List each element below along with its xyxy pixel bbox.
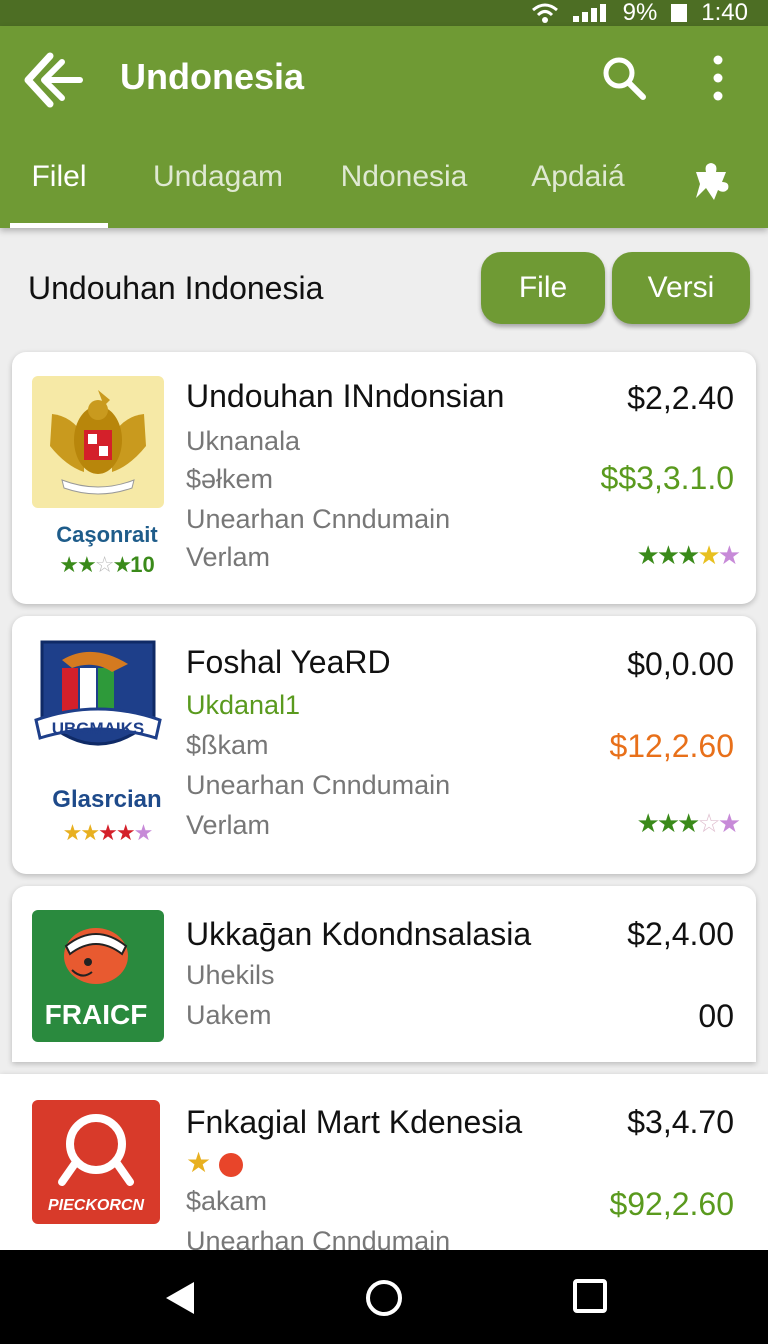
item-subtitle: Ukdanal1 (186, 690, 301, 720)
item-badges: ★ (186, 1146, 243, 1179)
tab-apdaia[interactable]: Apdaiá (518, 130, 638, 228)
clock: 1:40 (701, 0, 748, 26)
file-filter-button[interactable]: File (481, 252, 605, 324)
item-price-secondary: $$3,3.1.0 (600, 460, 734, 496)
signal-icon (572, 4, 609, 22)
item-subtitle: Uknanala (186, 426, 301, 456)
nav-recents-button[interactable] (572, 1278, 608, 1314)
versi-filter-button[interactable]: Versi (612, 252, 750, 324)
item-detail: Unearhan Cnndumain (186, 1226, 451, 1250)
battery-icon (671, 4, 688, 22)
store-logo-icon: PIECKORCN (32, 1100, 160, 1224)
item-detail: Uakem (186, 1000, 272, 1030)
search-button[interactable] (600, 54, 648, 102)
tab-ndonesia[interactable]: Ndonesia (330, 130, 478, 228)
list-item[interactable]: UBGMAIKS Glasrcian ★★★★★ Foshal YeaRD Uk… (12, 616, 756, 874)
list-item[interactable]: FRAICF Ukkaḡan Kdondnsalasia Uhekils Uak… (12, 886, 756, 1062)
thumb-rating: ★★★★★ (62, 820, 154, 845)
nav-home-button[interactable] (364, 1278, 404, 1318)
item-detail: $ßkam (186, 730, 269, 760)
status-bar: 9% 1:40 (0, 0, 768, 26)
toolbar: Undonesia (0, 26, 768, 130)
item-name: Undouhan INndonsian (186, 378, 505, 414)
item-detail: Unearhan Cnndumain (186, 504, 451, 534)
brand-label: Glasrcian (52, 786, 162, 813)
item-detail: Verlam (186, 810, 271, 840)
item-price: $0,0.00 (627, 646, 734, 682)
nav-back-button[interactable] (160, 1278, 200, 1318)
item-detail: Verlam (186, 542, 271, 572)
star-icon: ★ (186, 1147, 212, 1178)
svg-text:FRAICF: FRAICF (45, 999, 148, 1030)
tab-extension[interactable] (688, 158, 734, 202)
mascot-emoji-icon (218, 1152, 243, 1177)
wifi-icon (531, 2, 559, 24)
mascot-logo-icon: FRAICF (32, 910, 164, 1042)
svg-text:PIECKORCN: PIECKORCN (48, 1197, 144, 1214)
item-name: Foshal YeaRD (186, 644, 391, 680)
item-detail: $akam (186, 1186, 268, 1216)
more-options-button[interactable] (700, 52, 736, 104)
item-name: Fnkagial Mart Kdenesia (186, 1104, 523, 1140)
back-button[interactable] (20, 48, 84, 112)
back-arrow-icon (24, 52, 83, 108)
search-icon (603, 57, 646, 100)
item-price: $2,2.40 (627, 380, 734, 416)
item-name: Ukkaḡan Kdondnsalasia (186, 916, 532, 952)
app-bar: Undonesia Filel Undagam Ndonesia Apdaiá (0, 26, 768, 228)
battery-percent: 9% (622, 0, 658, 26)
puzzle-icon (696, 163, 729, 200)
brand-label: Caşonrait (56, 522, 158, 547)
item-detail: $əłkem (186, 464, 274, 494)
svg-text:UBGMAIKS: UBGMAIKS (52, 719, 145, 738)
system-nav-bar (0, 1250, 768, 1344)
more-vert-icon (713, 55, 723, 101)
nav-home-icon (366, 1280, 402, 1316)
shield-badge-icon: UBGMAIKS (32, 638, 164, 770)
item-detail: Unearhan Cnndumain (186, 770, 451, 800)
list-item[interactable]: PIECKORCN Fnkagial Mart Kdenesia ★ $akam… (0, 1074, 768, 1250)
item-price-secondary: $92,2.60 (609, 1186, 734, 1222)
thumb-rating: ★★☆★10 (59, 552, 155, 577)
filter-row: Undouhan Indonesia File Versi (0, 228, 768, 346)
item-price-secondary: $12,2.60 (609, 728, 734, 764)
item-price: $3,4.70 (627, 1104, 734, 1140)
nav-recents-icon (573, 1279, 607, 1313)
star-rating: ★★★★★ (636, 540, 741, 570)
nav-back-icon (166, 1282, 194, 1314)
tab-filel[interactable]: Filel (10, 130, 108, 228)
tab-bar: Filel Undagam Ndonesia Apdaiá (0, 130, 768, 228)
item-price: $2,4.00 (627, 916, 734, 952)
tab-undagam[interactable]: Undagam (140, 130, 296, 228)
item-subtitle: Uhekils (186, 960, 275, 990)
garuda-emblem-icon (32, 376, 164, 508)
section-title: Undouhan Indonesia (28, 270, 324, 306)
list-item[interactable]: Caşonrait ★★☆★10 Undouhan INndonsian Ukn… (12, 352, 756, 604)
page-title: Undonesia (120, 56, 305, 97)
item-price-secondary: 00 (698, 998, 734, 1034)
star-rating: ★★★☆★ (636, 808, 741, 838)
